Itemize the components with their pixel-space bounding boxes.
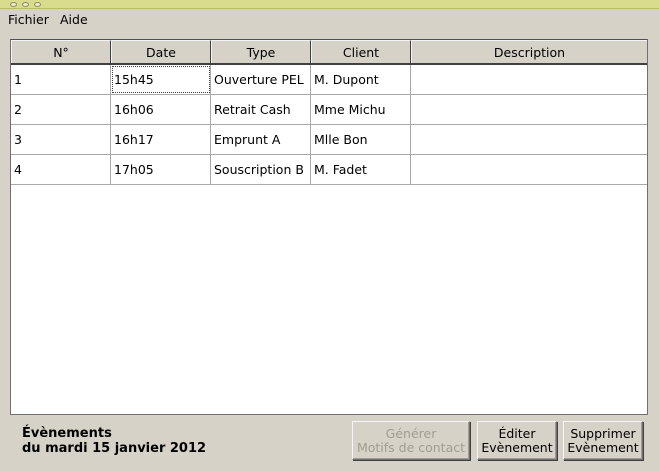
cell-client[interactable]: M. Fadet: [311, 155, 411, 184]
cell-type[interactable]: Souscription B: [211, 155, 311, 184]
cell-type[interactable]: Emprunt A: [211, 125, 311, 154]
menu-bar: Fichier Aide: [0, 10, 659, 29]
edit-button-line1: Éditer: [498, 425, 536, 441]
table-row[interactable]: 3 16h17 Emprunt A Mlle Bon: [11, 125, 647, 155]
cell-description[interactable]: [411, 95, 647, 124]
cell-number[interactable]: 4: [11, 155, 111, 184]
generate-button-line1: Générer: [385, 425, 437, 441]
edit-button-line2: Evènement: [481, 439, 553, 455]
cell-description[interactable]: [411, 65, 647, 94]
cell-type[interactable]: Ouverture PEL: [211, 65, 311, 94]
table-body: 1 15h45 Ouverture PEL M. Dupont 2 16h06 …: [11, 65, 647, 185]
table-row[interactable]: 1 15h45 Ouverture PEL M. Dupont: [11, 65, 647, 95]
cell-client[interactable]: M. Dupont: [311, 65, 411, 94]
column-header-client[interactable]: Client: [311, 40, 411, 63]
column-header-description[interactable]: Description: [411, 40, 647, 63]
events-title-line1: Évènements: [22, 426, 112, 441]
table-row[interactable]: 2 16h06 Retrait Cash Mme Michu: [11, 95, 647, 125]
events-date-title: Évènements du mardi 15 janvier 2012: [22, 426, 206, 456]
window-minimize-icon[interactable]: [22, 2, 29, 7]
window-maximize-icon[interactable]: [34, 2, 41, 7]
cell-description[interactable]: [411, 155, 647, 184]
cell-description[interactable]: [411, 125, 647, 154]
column-header-date[interactable]: Date: [111, 40, 211, 63]
cell-number[interactable]: 3: [11, 125, 111, 154]
cell-number[interactable]: 2: [11, 95, 111, 124]
table-row[interactable]: 4 17h05 Souscription B M. Fadet: [11, 155, 647, 185]
generate-contact-reasons-button[interactable]: Générer Motifs de contact: [352, 421, 470, 460]
cell-date[interactable]: 16h17: [111, 125, 211, 154]
generate-button-line2: Motifs de contact: [356, 439, 466, 455]
column-header-number[interactable]: N°: [11, 40, 111, 63]
delete-button-line1: Supprimer: [570, 425, 636, 441]
menu-aide[interactable]: Aide: [60, 12, 88, 27]
edit-event-button[interactable]: Éditer Evènement: [477, 421, 557, 460]
delete-button-line2: Evènement: [567, 439, 639, 455]
table-header: N° Date Type Client Description: [11, 40, 647, 65]
column-header-type[interactable]: Type: [211, 40, 311, 63]
cell-type[interactable]: Retrait Cash: [211, 95, 311, 124]
menu-fichier[interactable]: Fichier: [8, 12, 49, 27]
delete-event-button[interactable]: Supprimer Evènement: [563, 421, 643, 460]
cell-date[interactable]: 16h06: [111, 95, 211, 124]
cell-date[interactable]: 15h45: [111, 65, 211, 94]
cell-client[interactable]: Mme Michu: [311, 95, 411, 124]
cell-number[interactable]: 1: [11, 65, 111, 94]
cell-client[interactable]: Mlle Bon: [311, 125, 411, 154]
events-title-line2: du mardi 15 janvier 2012: [22, 441, 207, 456]
window-titlebar[interactable]: [0, 0, 659, 9]
window-close-icon[interactable]: [10, 2, 17, 7]
events-table[interactable]: N° Date Type Client Description 1 15h45 …: [10, 39, 648, 415]
cell-date[interactable]: 17h05: [111, 155, 211, 184]
